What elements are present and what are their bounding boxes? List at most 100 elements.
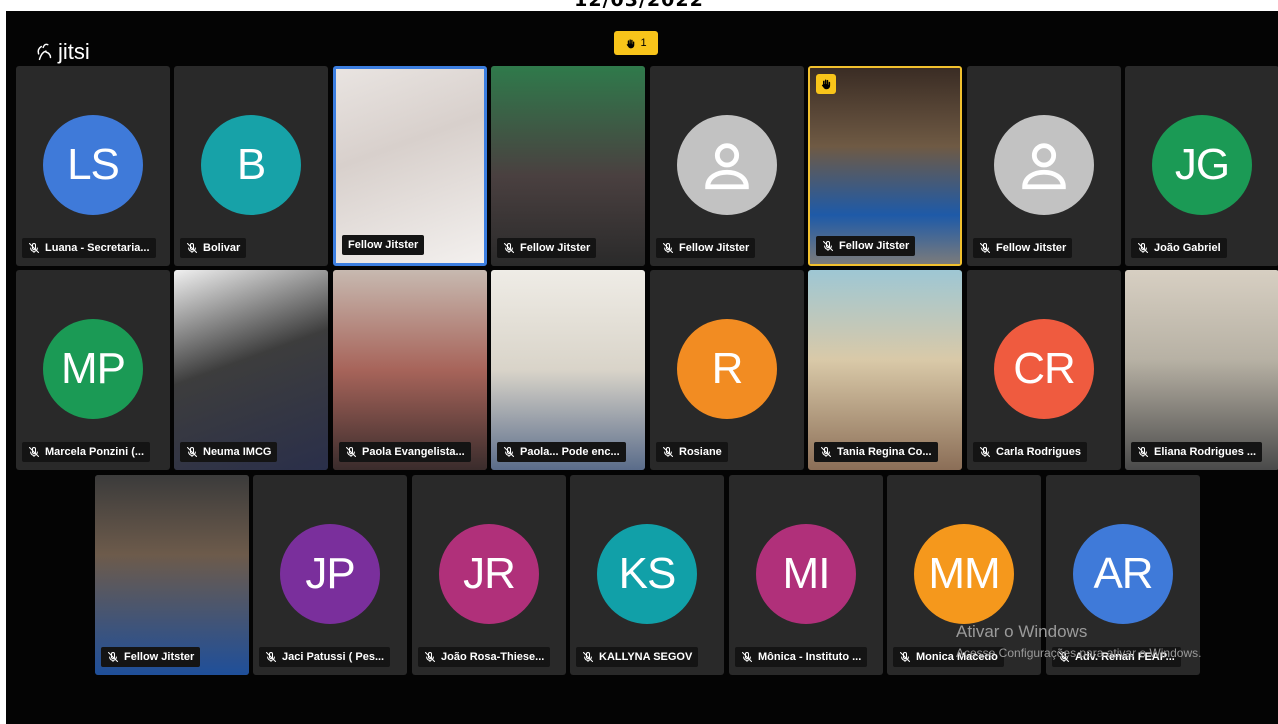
mic-muted-icon bbox=[424, 651, 436, 663]
participant-name: Carla Rodrigues bbox=[996, 446, 1081, 458]
participant-name: Marcela Ponzini (... bbox=[45, 446, 145, 458]
participant-avatar: MP bbox=[43, 319, 143, 419]
participant-name-label: Fellow Jitster bbox=[342, 235, 425, 255]
mic-muted-icon bbox=[979, 242, 991, 254]
participant-name: Rosiane bbox=[679, 446, 722, 458]
participant-avatar: CR bbox=[994, 319, 1094, 419]
participant-video bbox=[810, 68, 960, 264]
default-avatar-icon bbox=[677, 115, 777, 215]
participant-name-label: Mônica - Instituto ... bbox=[735, 647, 868, 667]
participant-tile[interactable]: Fellow Jitster bbox=[808, 66, 962, 266]
participant-video bbox=[808, 270, 962, 470]
participant-name-label: Paola Evangelista... bbox=[339, 442, 471, 462]
participant-name: Jaci Patussi ( Pes... bbox=[282, 651, 385, 663]
mic-muted-icon bbox=[741, 651, 753, 663]
participant-tile[interactable]: B Bolivar bbox=[174, 66, 328, 266]
mic-muted-icon bbox=[1137, 446, 1149, 458]
participant-name: Fellow Jitster bbox=[348, 239, 419, 251]
participant-name: Tania Regina Co... bbox=[837, 446, 932, 458]
mic-muted-icon bbox=[899, 651, 911, 663]
participant-name-label: Tania Regina Co... bbox=[814, 442, 938, 462]
logo-text: jitsi bbox=[58, 39, 90, 64]
participant-tile[interactable]: JP Jaci Patussi ( Pes... bbox=[253, 475, 407, 675]
participant-name-label: Rosiane bbox=[656, 442, 728, 462]
mic-muted-icon bbox=[345, 446, 357, 458]
participant-avatar: B bbox=[201, 115, 301, 215]
default-avatar-icon bbox=[994, 115, 1094, 215]
participant-video bbox=[491, 66, 645, 266]
participant-video bbox=[1125, 270, 1278, 470]
participant-tile[interactable]: JG João Gabriel bbox=[1125, 66, 1278, 266]
participant-tile[interactable]: Fellow Jitster bbox=[95, 475, 249, 675]
participant-avatar: R bbox=[677, 319, 777, 419]
mic-muted-icon bbox=[186, 242, 198, 254]
participant-tile[interactable]: Fellow Jitster bbox=[333, 66, 487, 266]
jitsi-logo-icon bbox=[37, 43, 52, 61]
participant-tile[interactable]: KS KALLYNA SEGOV bbox=[570, 475, 724, 675]
participant-tile[interactable]: MI Mônica - Instituto ... bbox=[729, 475, 883, 675]
mic-muted-icon bbox=[265, 651, 277, 663]
participant-name: Eliana Rodrigues ... bbox=[1154, 446, 1257, 458]
mic-muted-icon bbox=[28, 446, 40, 458]
participant-avatar: KS bbox=[597, 524, 697, 624]
participant-tile[interactable]: JR João Rosa-Thiese... bbox=[412, 475, 566, 675]
participant-name-label: Neuma IMCG bbox=[180, 442, 278, 462]
participant-name-label: Eliana Rodrigues ... bbox=[1131, 442, 1263, 462]
participant-video bbox=[491, 270, 645, 470]
participant-name: Bolivar bbox=[203, 242, 241, 254]
participant-name-label: Carla Rodrigues bbox=[973, 442, 1087, 462]
participant-name-label: Bolivar bbox=[180, 238, 247, 258]
participant-avatar: MI bbox=[756, 524, 856, 624]
participant-name-label: Paola... Pode enc... bbox=[497, 442, 626, 462]
participant-name: Fellow Jitster bbox=[996, 242, 1067, 254]
mic-muted-icon bbox=[503, 242, 515, 254]
participant-tile[interactable]: Fellow Jitster bbox=[650, 66, 804, 266]
participant-name: Fellow Jitster bbox=[124, 651, 195, 663]
watermark-subtitle: Acesse Configurações para ativar o Windo… bbox=[956, 646, 1202, 660]
raised-hands-counter[interactable]: 1 bbox=[614, 31, 658, 55]
participant-avatar: JG bbox=[1152, 115, 1252, 215]
participant-name: Fellow Jitster bbox=[520, 242, 591, 254]
participant-name: Fellow Jitster bbox=[839, 240, 910, 252]
participant-name: KALLYNA SEGOV bbox=[599, 651, 693, 663]
mic-muted-icon bbox=[822, 240, 834, 252]
participant-name-label: Luana - Secretaria... bbox=[22, 238, 156, 258]
mic-muted-icon bbox=[1137, 242, 1149, 254]
participant-tile[interactable]: R Rosiane bbox=[650, 270, 804, 470]
participant-name: Paola... Pode enc... bbox=[520, 446, 620, 458]
participant-tile[interactable]: Fellow Jitster bbox=[491, 66, 645, 266]
participant-video bbox=[333, 270, 487, 470]
participant-name: Fellow Jitster bbox=[679, 242, 750, 254]
participant-tile[interactable]: Fellow Jitster bbox=[967, 66, 1121, 266]
participant-tile[interactable]: CR Carla Rodrigues bbox=[967, 270, 1121, 470]
mic-muted-icon bbox=[662, 446, 674, 458]
participant-name-label: Fellow Jitster bbox=[973, 238, 1073, 258]
participant-tile[interactable]: LS Luana - Secretaria... bbox=[16, 66, 170, 266]
participant-tile[interactable]: Paola Evangelista... bbox=[333, 270, 487, 470]
mic-muted-icon bbox=[662, 242, 674, 254]
participant-avatar: JP bbox=[280, 524, 380, 624]
participant-name: João Gabriel bbox=[1154, 242, 1221, 254]
participant-avatar: JR bbox=[439, 524, 539, 624]
participant-avatar: LS bbox=[43, 115, 143, 215]
jitsi-logo[interactable]: jitsi bbox=[34, 39, 90, 65]
mic-muted-icon bbox=[503, 446, 515, 458]
participant-tile[interactable]: MP Marcela Ponzini (... bbox=[16, 270, 170, 470]
participant-tile[interactable]: Tania Regina Co... bbox=[808, 270, 962, 470]
mic-muted-icon bbox=[107, 651, 119, 663]
participant-tile[interactable]: Eliana Rodrigues ... bbox=[1125, 270, 1278, 470]
participant-tile[interactable]: Paola... Pode enc... bbox=[491, 270, 645, 470]
participant-name-label: Fellow Jitster bbox=[816, 236, 916, 256]
participant-name: Luana - Secretaria... bbox=[45, 242, 150, 254]
participant-name-label: Fellow Jitster bbox=[656, 238, 756, 258]
conference-stage: jitsi 1 LS Luana - Secretaria... B Bolivar F… bbox=[6, 11, 1278, 724]
participant-tile[interactable]: Neuma IMCG bbox=[174, 270, 328, 470]
participant-name-label: Marcela Ponzini (... bbox=[22, 442, 151, 462]
participant-name: Neuma IMCG bbox=[203, 446, 272, 458]
participant-avatar: AR bbox=[1073, 524, 1173, 624]
mic-muted-icon bbox=[28, 242, 40, 254]
watermark-title: Ativar o Windows bbox=[956, 622, 1088, 641]
date-banner: 12/03/2022 bbox=[574, 0, 704, 11]
participant-name: Paola Evangelista... bbox=[362, 446, 465, 458]
participant-avatar: MM bbox=[914, 524, 1014, 624]
